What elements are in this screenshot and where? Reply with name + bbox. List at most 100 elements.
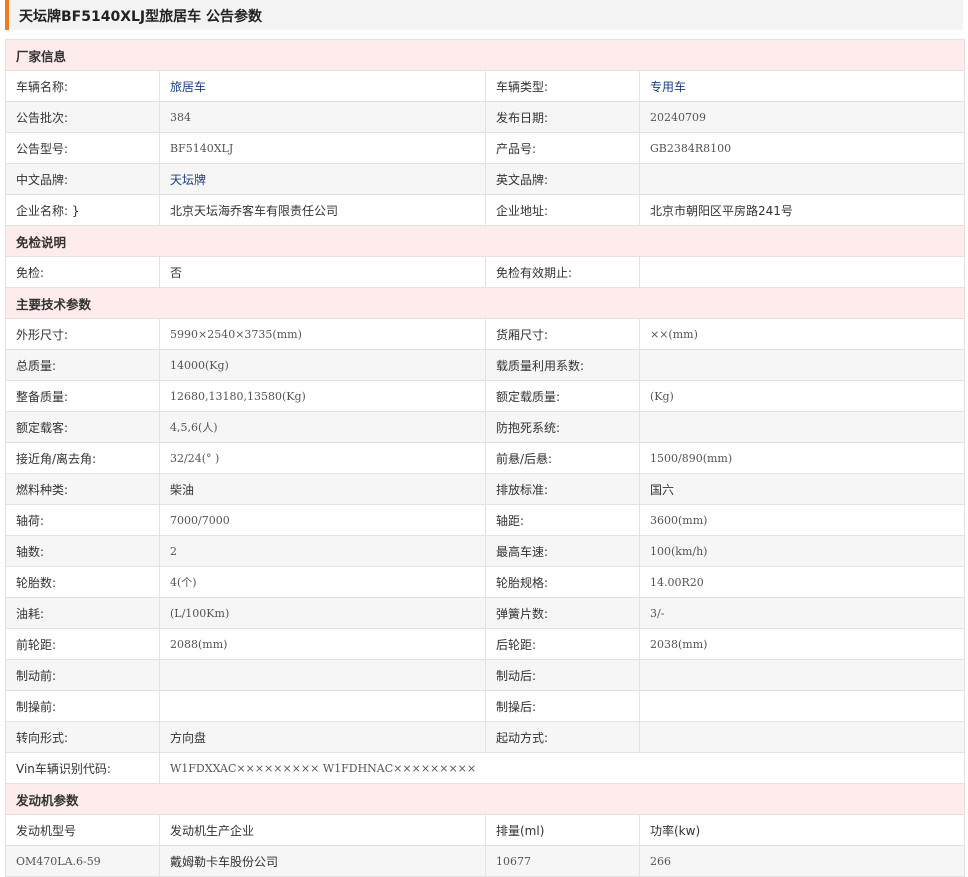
vin-label: Vin车辆识别代码: — [5, 752, 160, 784]
param-value: 2088(mm) — [159, 628, 486, 660]
param-label: 轴数: — [5, 535, 160, 567]
param-label: 制动后: — [485, 659, 640, 691]
param-value: 2 — [159, 535, 486, 567]
param-label: 总质量: — [5, 349, 160, 381]
param-value: 3600(mm) — [638, 504, 966, 536]
table-row: 总质量: 14000(Kg) 载质量利用系数: — [5, 349, 966, 381]
table-row: 发动机型号 发动机生产企业 排量(ml) 功率(kw) — [5, 814, 966, 846]
company-label: 企业名称: } — [5, 194, 160, 226]
section-title: 主要技术参数 — [4, 287, 966, 319]
param-value: (Kg) — [638, 380, 966, 412]
table-row: 中文品牌: 天坛牌 英文品牌: — [5, 163, 966, 195]
table-row: 外形尺寸: 5990×2540×3735(mm) 货厢尺寸: ××(mm) — [5, 318, 966, 350]
param-label: 外形尺寸: — [5, 318, 160, 350]
param-label: 后轮距: — [485, 628, 640, 660]
table-row: Vin车辆识别代码: W1FDXXAC××××××××× W1FDHNAC×××… — [5, 752, 966, 784]
product-no-value: GB2384R8100 — [638, 132, 966, 164]
engine-model-value: OM470LA.6-59 — [5, 845, 160, 877]
params-table: 厂家信息 车辆名称: 旅居车 车辆类型: 专用车 公告批次: 384 发布日期:… — [4, 39, 966, 877]
table-row: 额定载客: 4,5,6(人) 防抱死系统: — [5, 411, 966, 443]
param-label: 制操后: — [485, 690, 640, 722]
param-label: 最高车速: — [485, 535, 640, 567]
table-row: 公告型号: BF5140XLJ 产品号: GB2384R8100 — [5, 132, 966, 164]
param-label: 排放标准: — [485, 473, 640, 505]
product-no-label: 产品号: — [485, 132, 640, 164]
en-brand-label: 英文品牌: — [485, 163, 640, 195]
param-label: 制动前: — [5, 659, 160, 691]
param-label: 额定载客: — [5, 411, 160, 443]
exempt-validity-value — [638, 256, 966, 288]
table-row: 制操前: 制操后: — [5, 690, 966, 722]
table-row: 轴数: 2 最高车速: 100(km/h) — [5, 535, 966, 567]
table-row: 车辆名称: 旅居车 车辆类型: 专用车 — [5, 70, 966, 102]
param-value: 2038(mm) — [638, 628, 966, 660]
vin-value: W1FDXXAC××××××××× W1FDHNAC××××××××× — [158, 752, 966, 784]
param-label: 前轮距: — [5, 628, 160, 660]
table-row: 公告批次: 384 发布日期: 20240709 — [5, 101, 966, 133]
exempt-validity-label: 免检有效期止: — [485, 256, 640, 288]
table-row: 接近角/离去角: 32/24(° ) 前悬/后悬: 1500/890(mm) — [5, 442, 966, 474]
table-row: 前轮距: 2088(mm) 后轮距: 2038(mm) — [5, 628, 966, 660]
param-label: 载质量利用系数: — [485, 349, 640, 381]
company-value: 北京天坛海乔客车有限责任公司 — [159, 194, 486, 226]
exempt-label: 免检: — [5, 256, 160, 288]
table-row: 油耗: (L/100Km) 弹簧片数: 3/- — [5, 597, 966, 629]
param-label: 防抱死系统: — [485, 411, 640, 443]
param-label: 货厢尺寸: — [485, 318, 640, 350]
param-label: 轮胎数: — [5, 566, 160, 598]
param-value: 4(个) — [159, 566, 486, 598]
table-row: 轴荷: 7000/7000 轴距: 3600(mm) — [5, 504, 966, 536]
vehicle-name-link[interactable]: 旅居车 — [159, 70, 486, 102]
param-label: 整备质量: — [5, 380, 160, 412]
param-label: 前悬/后悬: — [485, 442, 640, 474]
exempt-value: 否 — [159, 256, 486, 288]
param-label: 轮胎规格: — [485, 566, 640, 598]
param-value: 3/- — [638, 597, 966, 629]
section-manufacturer: 厂家信息 — [4, 39, 966, 71]
table-row: 企业名称: } 北京天坛海乔客车有限责任公司 企业地址: 北京市朝阳区平房路24… — [5, 194, 966, 226]
param-label: 转向形式: — [5, 721, 160, 753]
release-date-value: 20240709 — [638, 101, 966, 133]
param-label: 接近角/离去角: — [5, 442, 160, 474]
model-value: BF5140XLJ — [159, 132, 486, 164]
param-value: 国六 — [638, 473, 966, 505]
engine-power-value: 266 — [638, 845, 966, 877]
vehicle-type-link[interactable]: 专用车 — [638, 70, 966, 102]
engine-model-header: 发动机型号 — [5, 814, 160, 846]
param-value: 柴油 — [159, 473, 486, 505]
param-value — [638, 690, 966, 722]
param-value: 100(km/h) — [638, 535, 966, 567]
param-label: 油耗: — [5, 597, 160, 629]
param-label: 轴距: — [485, 504, 640, 536]
param-value: 4,5,6(人) — [159, 411, 486, 443]
param-value: 32/24(° ) — [159, 442, 486, 474]
param-value: 7000/7000 — [159, 504, 486, 536]
release-date-label: 发布日期: — [485, 101, 640, 133]
table-row: 制动前: 制动后: — [5, 659, 966, 691]
param-value: 1500/890(mm) — [638, 442, 966, 474]
engine-displacement-header: 排量(ml) — [485, 814, 640, 846]
table-row: OM470LA.6-59 戴姆勒卡车股份公司 10677 266 — [5, 845, 966, 877]
param-label: 轴荷: — [5, 504, 160, 536]
param-value — [638, 349, 966, 381]
en-brand-value — [638, 163, 966, 195]
cn-brand-link[interactable]: 天坛牌 — [159, 163, 486, 195]
engine-maker-header: 发动机生产企业 — [159, 814, 486, 846]
param-label: 额定载质量: — [485, 380, 640, 412]
table-row: 轮胎数: 4(个) 轮胎规格: 14.00R20 — [5, 566, 966, 598]
param-label: 弹簧片数: — [485, 597, 640, 629]
engine-maker-value: 戴姆勒卡车股份公司 — [159, 845, 486, 877]
param-value: 方向盘 — [159, 721, 486, 753]
address-label: 企业地址: — [485, 194, 640, 226]
param-value: 12680,13180,13580(Kg) — [159, 380, 486, 412]
param-value: 14.00R20 — [638, 566, 966, 598]
param-value — [638, 659, 966, 691]
param-label: 起动方式: — [485, 721, 640, 753]
section-exemption: 免检说明 — [4, 225, 966, 257]
param-value — [638, 411, 966, 443]
section-main-tech: 主要技术参数 — [4, 287, 966, 319]
param-label: 制操前: — [5, 690, 160, 722]
table-row: 整备质量: 12680,13180,13580(Kg) 额定载质量: (Kg) — [5, 380, 966, 412]
engine-displacement-value: 10677 — [485, 845, 640, 877]
page-title: 天坛牌BF5140XLJ型旅居车 公告参数 — [19, 9, 262, 25]
